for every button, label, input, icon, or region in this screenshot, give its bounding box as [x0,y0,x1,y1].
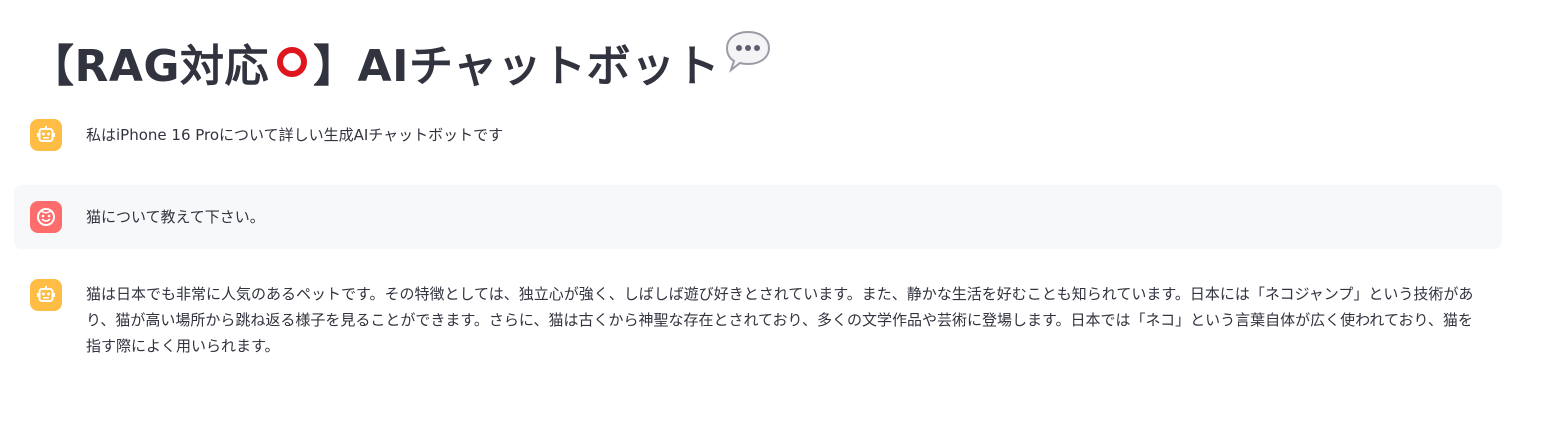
user-avatar [30,201,62,233]
assistant-avatar [30,279,62,311]
speech-bubble-icon [724,29,772,84]
message-text: 猫は日本でも非常に人気のあるペットです。その特徴としては、独立心が強く、しばしば… [86,285,1474,355]
robot-face-icon [37,286,55,302]
heavy-large-circle-icon [277,47,308,77]
page-title: 【RAG対応 】AIチャットボット [30,30,772,94]
smiling-face-icon [37,208,55,226]
robot-face-icon [37,126,55,142]
chat-message-user: 猫について教えて下さい。 [14,185,1502,249]
message-text: 猫について教えて下さい。 [86,208,265,226]
page-title-suffix: 】AIチャットボット [313,41,721,92]
chat-message-assistant: 私はiPhone 16 Proについて詳しい生成AIチャットボットです [14,119,1502,151]
page-title-prefix: 【RAG対応 [30,41,270,92]
assistant-avatar [30,119,62,151]
chat-message-assistant: 猫は日本でも非常に人気のあるペットです。その特徴としては、独立心が強く、しばしば… [14,279,1502,359]
message-text: 私はiPhone 16 Proについて詳しい生成AIチャットボットです [86,126,504,144]
